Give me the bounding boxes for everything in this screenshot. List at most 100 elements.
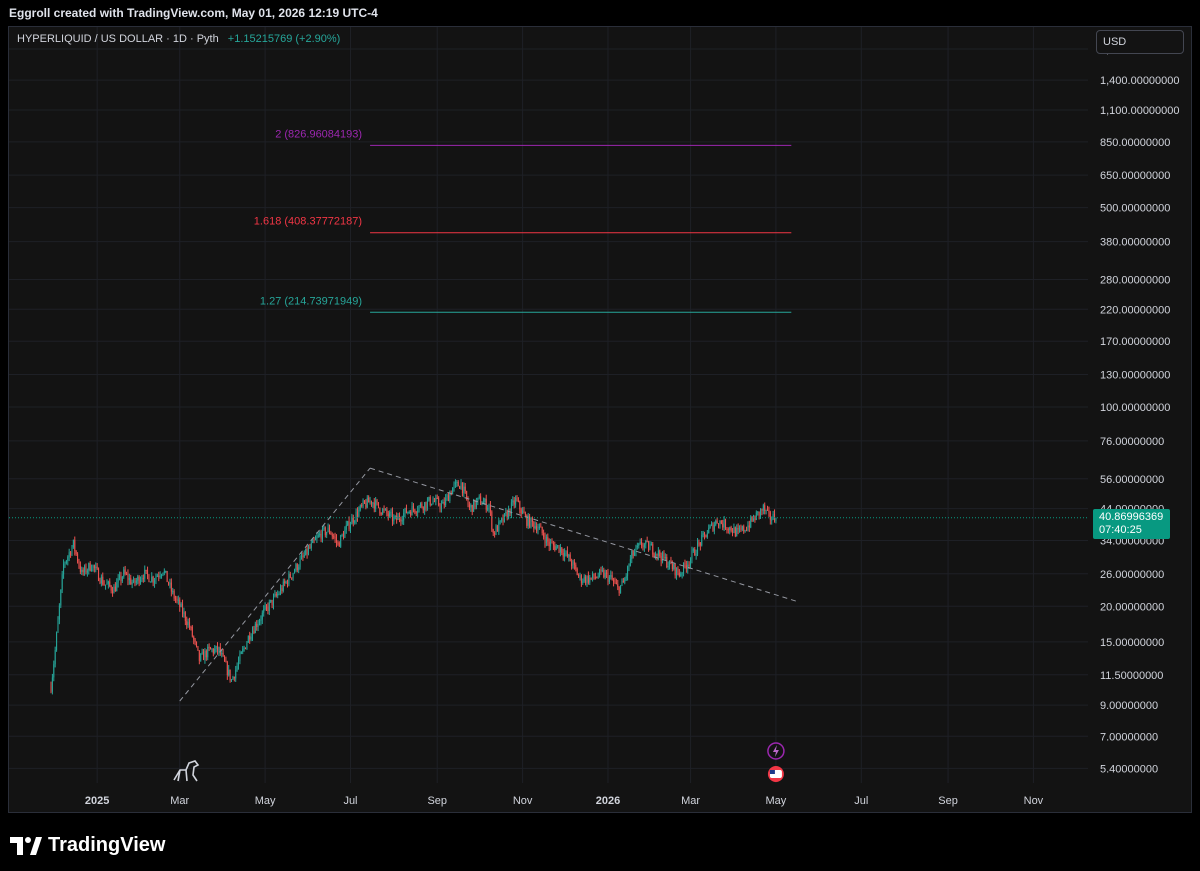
candle-body [67, 556, 69, 561]
candle-body [105, 584, 107, 586]
candle-body [71, 547, 73, 556]
candle-body [98, 568, 100, 581]
candle-body [632, 550, 634, 556]
candle-body [107, 581, 109, 584]
candle-body [456, 481, 458, 483]
candle-body [508, 508, 510, 519]
candle-body [303, 555, 305, 557]
candle-body [152, 576, 154, 583]
y-tick-label: 26.00000000 [1100, 569, 1164, 581]
candle-body [755, 512, 757, 521]
x-tick-label: Jul [854, 795, 868, 807]
candle-body [557, 545, 559, 547]
candle-body [754, 517, 756, 521]
candle-body [646, 540, 648, 542]
candle-body [361, 505, 363, 507]
price-chart[interactable]: 1,800.000000001,400.000000001,100.000000… [0, 0, 1200, 871]
tradingview-brand: TradingView [48, 834, 166, 856]
candle-body [412, 505, 414, 510]
candle-body [56, 632, 58, 650]
candle-body [74, 539, 76, 551]
candle-body [215, 645, 217, 650]
candle-body [620, 585, 622, 594]
candle-body [534, 526, 536, 529]
candle-body [110, 585, 112, 591]
candle-body [498, 521, 500, 532]
candle-body [505, 512, 507, 514]
candle-body [548, 541, 550, 547]
symbol-title[interactable]: HYPERLIQUID / US DOLLAR · 1D · Pyth [17, 33, 219, 45]
candle-body [345, 525, 347, 530]
candle-body [558, 545, 560, 553]
candle-body [354, 521, 356, 523]
candle-body [254, 623, 256, 634]
candle-body [736, 528, 738, 536]
candle-body [624, 578, 626, 583]
bar-countdown: 07:40:25 [1099, 524, 1142, 536]
candle-body [68, 552, 70, 557]
candle-body [683, 562, 685, 574]
candle-body [484, 499, 486, 503]
candle-body [579, 575, 581, 577]
candle-body [489, 505, 491, 512]
candle-body [165, 570, 167, 572]
candle-body [89, 563, 91, 571]
candle-body [739, 528, 741, 530]
candle-body [592, 573, 594, 578]
candle-body [212, 649, 214, 654]
candle-body [722, 523, 724, 528]
candle-body [368, 497, 370, 503]
candle-body [769, 512, 771, 520]
candle-body [334, 537, 336, 539]
candle-body [405, 508, 407, 514]
candle-body [270, 599, 272, 602]
candle-body [768, 509, 770, 513]
candle-body [453, 484, 455, 488]
candle-body [63, 563, 65, 575]
candle-body [711, 523, 713, 526]
candle-body [117, 578, 119, 583]
candle-body [418, 505, 420, 511]
candle-body [439, 505, 441, 509]
candle-body [575, 564, 577, 569]
candle-body [383, 509, 385, 511]
candle-body [137, 576, 139, 581]
candle-body [131, 582, 133, 585]
candle-body [522, 510, 524, 514]
candle-body [264, 605, 266, 610]
candle-body [306, 548, 308, 555]
candle-body [488, 505, 490, 508]
candle-body [134, 578, 136, 583]
candle-body [173, 591, 175, 599]
candle-body [249, 635, 251, 640]
candle-body [671, 564, 673, 570]
candle-body [414, 509, 416, 513]
candle-body [667, 565, 669, 568]
candle-body [126, 573, 128, 575]
candle-body [704, 533, 706, 535]
candle-body [436, 497, 438, 499]
fib-level-label: 1.618 (408.37772187) [254, 216, 362, 228]
symbol-legend[interactable]: HYPERLIQUID / US DOLLAR · 1D · Pyth +1.1… [17, 33, 340, 45]
candle-body [578, 575, 580, 577]
candle-body [158, 575, 160, 577]
y-tick-label: 11.50000000 [1100, 670, 1163, 682]
candle-body [201, 652, 203, 654]
candle-body [387, 513, 389, 517]
candle-body [168, 582, 170, 585]
candle-body [121, 577, 123, 581]
candle-body [545, 536, 547, 544]
candle-body [597, 576, 599, 578]
currency-button[interactable]: USD [1096, 30, 1184, 54]
candle-body [565, 551, 567, 553]
candle-body [648, 541, 650, 551]
candle-body [355, 511, 357, 522]
candle-body [760, 509, 762, 516]
candle-body [470, 504, 472, 508]
tradingview-logo[interactable]: TradingView [10, 834, 165, 857]
candle-body [70, 552, 72, 556]
candle-body [85, 566, 87, 573]
candle-body [657, 550, 659, 556]
dino-icon[interactable] [173, 760, 200, 782]
candle-body [235, 669, 237, 679]
